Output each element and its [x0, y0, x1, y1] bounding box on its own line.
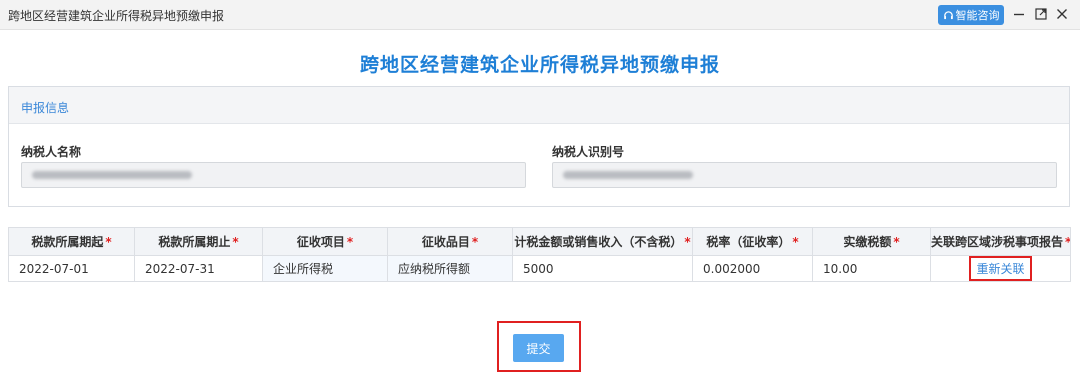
- page-title: 跨地区经营建筑企业所得税异地预缴申报: [359, 54, 720, 76]
- smart-consult-label: 智能咨询: [955, 9, 1000, 22]
- window-titlebar: 跨地区经营建筑企业所得税异地预缴申报 智能咨询: [0, 0, 1080, 30]
- column-header: 税款所属期止 *: [134, 227, 263, 256]
- relink-link[interactable]: 重新关联: [969, 256, 1032, 281]
- headset-icon: [943, 10, 953, 19]
- submit-button[interactable]: 提交: [513, 334, 564, 362]
- column-header: 计税金额或销售收入（不含税） *: [512, 227, 693, 256]
- close-button[interactable]: [1054, 6, 1070, 22]
- taxpayer-id-field: [552, 162, 1057, 188]
- taxable-amount-cell[interactable]: 5000: [512, 255, 693, 282]
- declaration-table: 税款所属期起 * 税款所属期止 * 征收项目 * 征收品目 * 计税金额或销售收入（不含…: [8, 227, 1071, 282]
- taxpayer-id-label: 纳税人识别号: [552, 145, 625, 159]
- table-header-row: 税款所属期起 * 税款所属期止 * 征收项目 * 征收品目 * 计税金额或销售收入（不含…: [8, 227, 1071, 256]
- table-row: 2022-07-01 2022-07-31 企业所得税 应纳税所得额 5000 …: [8, 255, 1071, 282]
- collection-subitem-cell[interactable]: 应纳税所得额: [387, 255, 513, 282]
- minimize-button[interactable]: [1011, 6, 1027, 22]
- maximize-icon: [1035, 8, 1047, 20]
- taxpayer-name-redacted: [32, 171, 192, 179]
- column-header: 税率（征收率） *: [692, 227, 813, 256]
- taxpayer-id-redacted: [563, 171, 693, 179]
- column-header: 征收项目 *: [262, 227, 388, 256]
- close-icon: [1057, 9, 1067, 19]
- maximize-button[interactable]: [1033, 6, 1049, 22]
- window-title: 跨地区经营建筑企业所得税异地预缴申报: [8, 9, 225, 23]
- smart-consult-button[interactable]: 智能咨询: [938, 5, 1004, 25]
- period-start-cell[interactable]: 2022-07-01: [8, 255, 135, 282]
- collection-item-cell[interactable]: 企业所得税: [262, 255, 388, 282]
- minimize-icon: [1014, 13, 1024, 16]
- taxpayer-name-field: [21, 162, 526, 188]
- period-end-cell[interactable]: 2022-07-31: [134, 255, 263, 282]
- paid-tax-cell: 10.00: [812, 255, 931, 282]
- tax-rate-cell: 0.002000: [692, 255, 813, 282]
- column-header: 关联跨区域涉税事项报告*: [930, 227, 1071, 256]
- column-header: 征收品目 *: [387, 227, 513, 256]
- panel-title: 申报信息: [9, 87, 1069, 124]
- column-header: 实缴税额 *: [812, 227, 931, 256]
- declaration-info-panel: 申报信息 纳税人名称 纳税人识别号: [8, 86, 1070, 207]
- relink-cell: 重新关联: [930, 255, 1071, 282]
- taxpayer-name-label: 纳税人名称: [21, 145, 82, 159]
- column-header: 税款所属期起 *: [8, 227, 135, 256]
